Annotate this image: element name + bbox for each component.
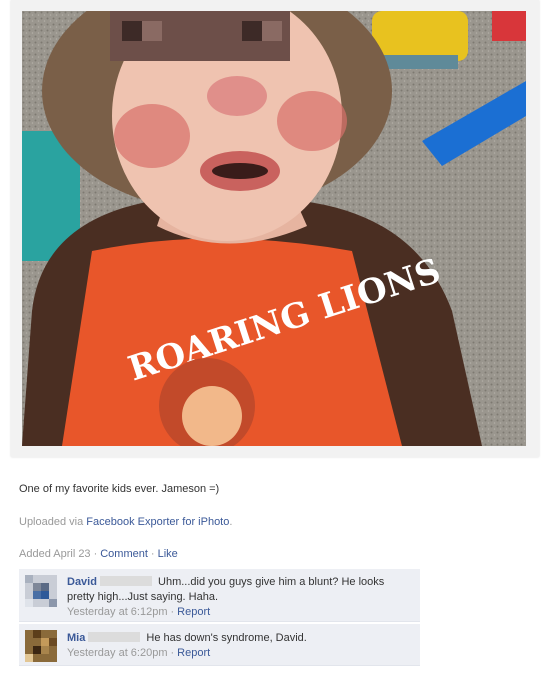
- commenter-name[interactable]: Mia: [67, 632, 85, 644]
- commenter-name[interactable]: David: [67, 576, 97, 588]
- uploaded-prefix: Uploaded via: [19, 516, 84, 528]
- upload-source: Uploaded via Facebook Exporter for iPhot…: [19, 516, 232, 528]
- comment-time: Yesterday at 6:12pm: [67, 606, 168, 618]
- like-link[interactable]: Like: [158, 548, 178, 560]
- separator: ·: [170, 647, 175, 659]
- post-photo[interactable]: ROARING LIONS: [22, 11, 526, 446]
- separator: ·: [170, 606, 175, 618]
- redacted-surname: [99, 576, 152, 587]
- post-meta: Added April 23 · Comment · Like: [19, 548, 178, 560]
- avatar[interactable]: [25, 630, 57, 662]
- uploader-app-link[interactable]: Facebook Exporter for iPhoto: [86, 516, 229, 528]
- comment-link[interactable]: Comment: [100, 548, 148, 560]
- avatar[interactable]: [25, 575, 57, 607]
- comment-time: Yesterday at 6:20pm: [67, 647, 168, 659]
- post-caption: One of my favorite kids ever. Jameson =): [19, 483, 220, 495]
- added-date: Added April 23: [19, 548, 91, 560]
- redacted-surname: [88, 632, 141, 643]
- report-link[interactable]: Report: [177, 647, 210, 659]
- separator: ·: [150, 548, 155, 560]
- comment-item: David Uhm...did you guys give him a blun…: [19, 569, 420, 622]
- comment-list: David Uhm...did you guys give him a blun…: [19, 569, 420, 668]
- comment-item: Mia He has down's syndrome, David. Yeste…: [19, 624, 420, 666]
- comment-text: He has down's syndrome, David.: [146, 632, 307, 644]
- separator: ·: [93, 548, 98, 560]
- report-link[interactable]: Report: [177, 606, 210, 618]
- uploaded-suffix: .: [229, 516, 233, 528]
- photo-frame: ROARING LIONS: [11, 0, 539, 457]
